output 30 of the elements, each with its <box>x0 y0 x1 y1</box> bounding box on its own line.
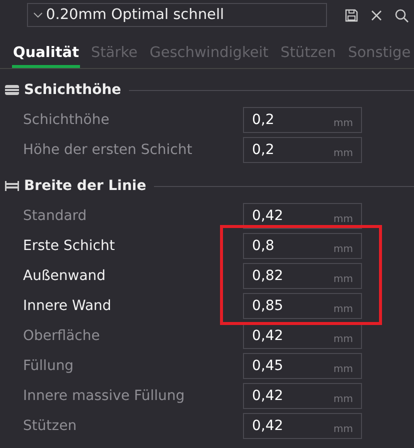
value-field[interactable]: 0,45 mm <box>243 353 362 379</box>
setting-label: Außenwand <box>22 268 107 284</box>
line-width-icon <box>4 180 20 192</box>
value-field[interactable]: 0,2 mm <box>243 137 362 163</box>
setting-label: Oberfläche <box>22 328 101 344</box>
layers-icon <box>4 84 20 96</box>
caret-icon <box>33 12 43 18</box>
setting-label: Erste Schicht <box>22 238 116 254</box>
setting-label: Schichthöhe <box>22 112 110 128</box>
value-field[interactable]: 0,8 mm <box>243 233 362 259</box>
setting-label: Innere massive Füllung <box>22 388 186 404</box>
section-title: Breite der Linie <box>24 178 146 194</box>
value-field[interactable]: 0,42 mm <box>243 413 362 439</box>
value-field[interactable]: 0,82 mm <box>243 263 362 289</box>
setting-label: Füllung <box>22 358 75 374</box>
search-icon[interactable] <box>394 8 409 22</box>
setting-label: Höhe der ersten Schicht <box>22 142 194 158</box>
setting-label: Standard <box>22 208 88 224</box>
setting-label: Innere Wand <box>22 298 112 314</box>
close-icon[interactable] <box>369 8 384 22</box>
value-field[interactable]: 0,42 mm <box>243 383 362 409</box>
value-field[interactable]: 0,42 mm <box>243 203 362 229</box>
value-field[interactable]: 0,2 mm <box>243 107 362 133</box>
section-title: Schichthöhe <box>24 82 122 98</box>
save-icon[interactable] <box>344 8 359 22</box>
value-field[interactable]: 0,42 mm <box>243 323 362 349</box>
setting-label: Stützen <box>22 418 78 434</box>
preset-dropdown[interactable]: 0.20mm Optimal schnell <box>27 3 327 27</box>
tab[interactable]: Qualität <box>12 41 80 68</box>
value-field[interactable]: 0,85 mm <box>243 293 362 319</box>
